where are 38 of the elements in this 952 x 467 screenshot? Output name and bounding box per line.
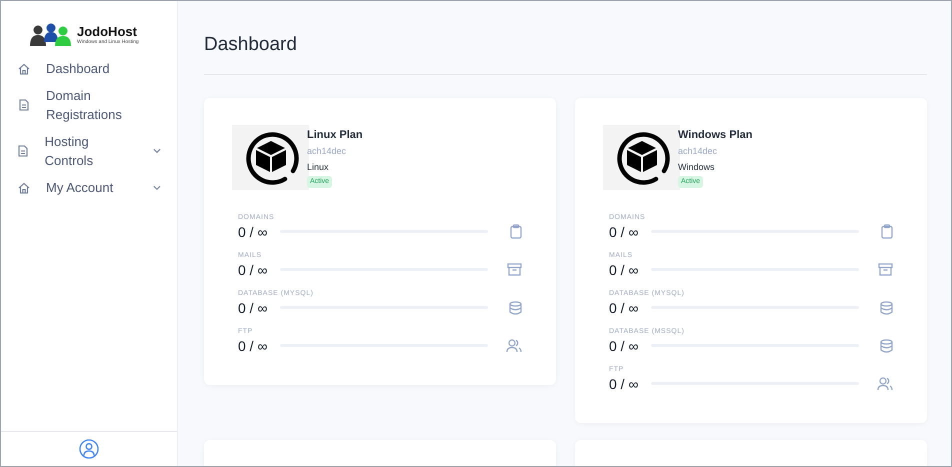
users-icon [506,338,522,352]
home-icon [18,62,30,74]
logo-name: JodoHost [77,25,138,38]
metric-value: 0 / ∞ [609,222,640,240]
user-icon[interactable] [79,439,99,459]
metric-value: 0 / ∞ [238,298,268,316]
plan-icon [232,124,309,190]
metric-value: 0 / ∞ [609,336,640,354]
plan-icon [603,124,680,190]
database-icon [880,300,893,314]
plan-os: Linux [307,160,330,172]
document-icon [19,99,29,111]
metric-value: 0 / ∞ [609,260,640,278]
archive-icon [878,263,893,276]
nav-item[interactable]: My Account [18,174,161,201]
metric-value: 0 / ∞ [609,298,640,316]
plan-username: ach14dec [678,144,718,156]
metric-value: 0 / ∞ [238,260,268,278]
clipboard-icon [510,224,522,239]
plan-username: ach14dec [307,144,348,156]
page-title: Dashboard [204,1,927,74]
document-icon [18,145,28,157]
plan-name: Windows Plan [678,128,752,142]
nav-item[interactable]: Dashboard [18,55,161,82]
nav-item[interactable]: Domain Registrations [18,82,161,128]
nav-item[interactable]: Hosting Controls [18,128,161,174]
home-icon [18,182,30,194]
plan-os: Windows [678,160,716,172]
metric-value: 0 / ∞ [238,222,268,240]
logo-icon [29,23,73,47]
metric-value: 0 / ∞ [238,336,268,354]
users-icon [877,376,893,390]
database-icon [509,300,522,314]
clipboard-icon [881,224,893,239]
archive-icon [507,263,522,276]
metric-value: 0 / ∞ [609,374,640,392]
database-icon [880,338,893,352]
plan-name: Linux Plan [307,128,363,142]
